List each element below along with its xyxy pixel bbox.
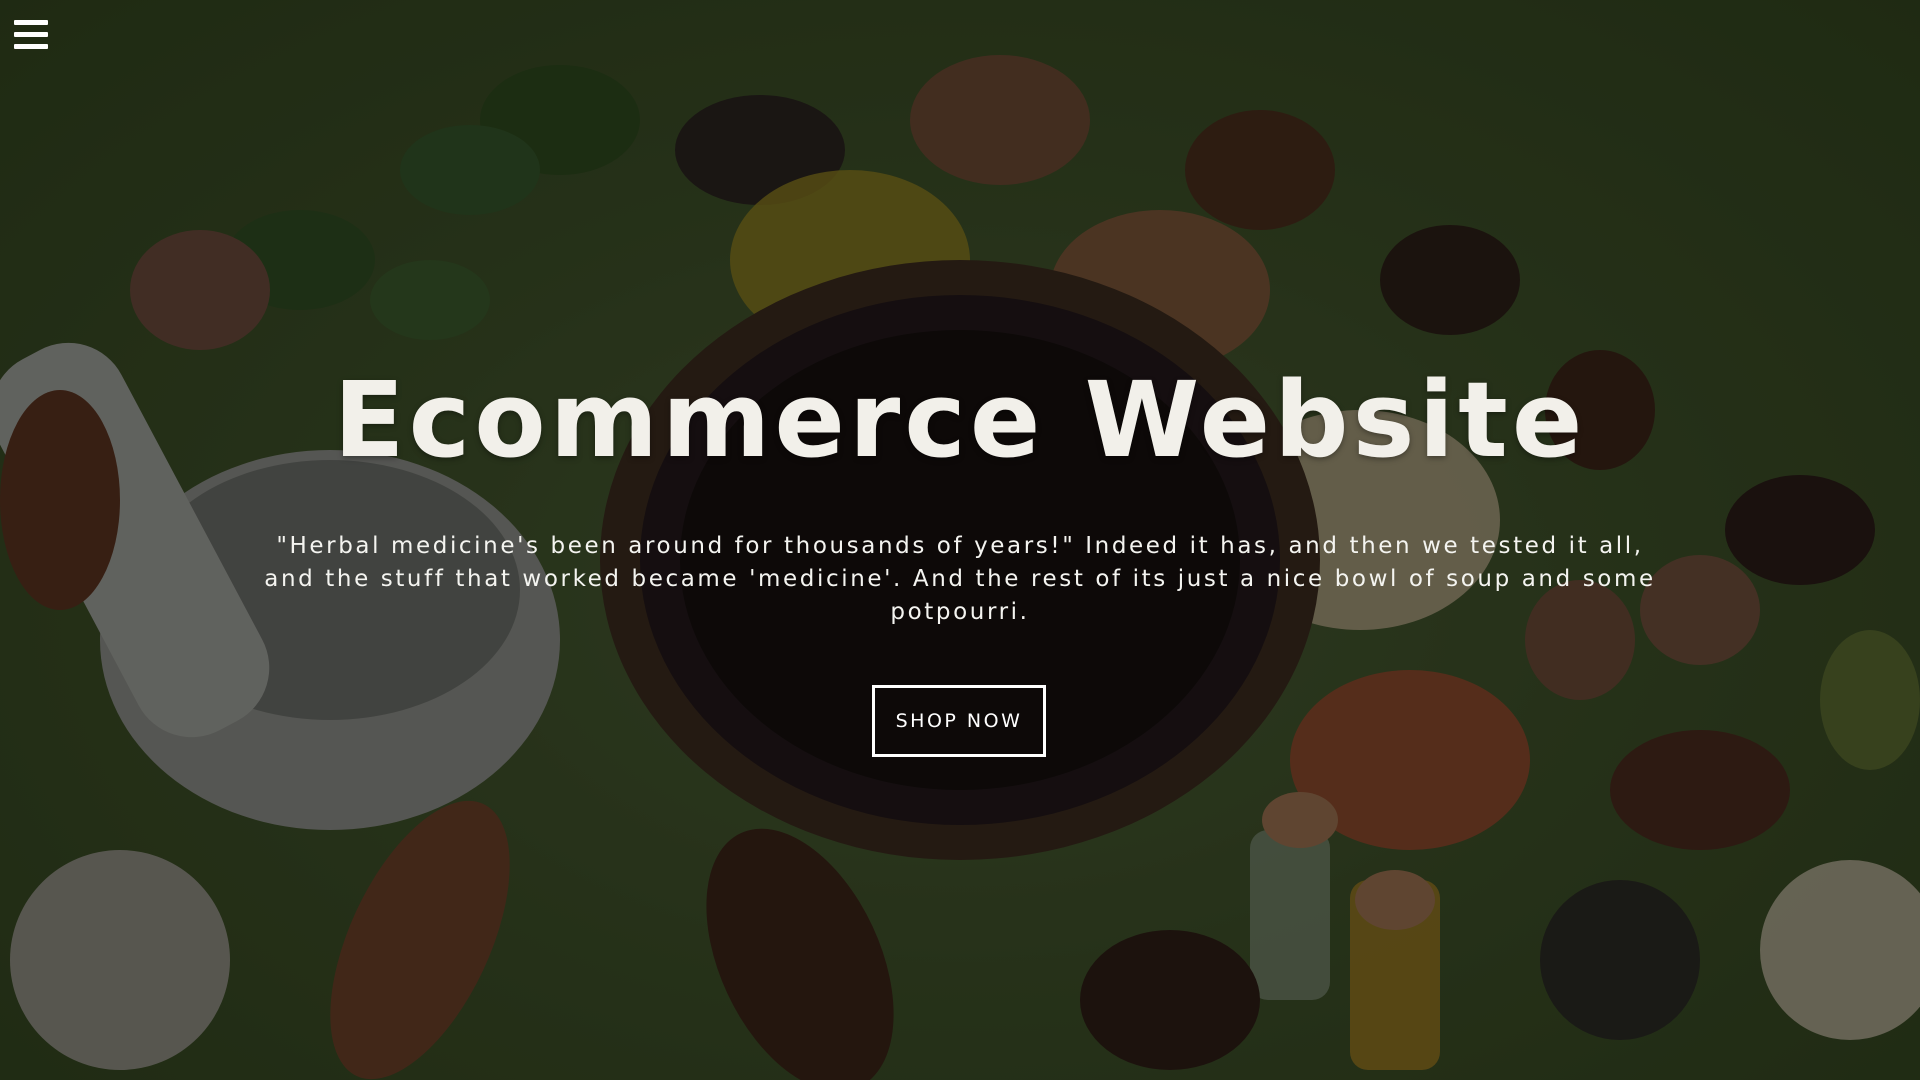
- hamburger-menu-icon[interactable]: [12, 18, 50, 52]
- hero-title: Ecommerce Website: [333, 359, 1587, 481]
- hero-section: Ecommerce Website "Herbal medicine's bee…: [0, 0, 1920, 1080]
- menu-bar: [14, 44, 48, 49]
- menu-bar: [14, 32, 48, 37]
- shop-now-button[interactable]: SHOP NOW: [872, 685, 1046, 757]
- menu-bar: [14, 20, 48, 25]
- hero-description: "Herbal medicine's been around for thous…: [264, 533, 1656, 625]
- hero-content: Ecommerce Website "Herbal medicine's bee…: [0, 0, 1920, 1080]
